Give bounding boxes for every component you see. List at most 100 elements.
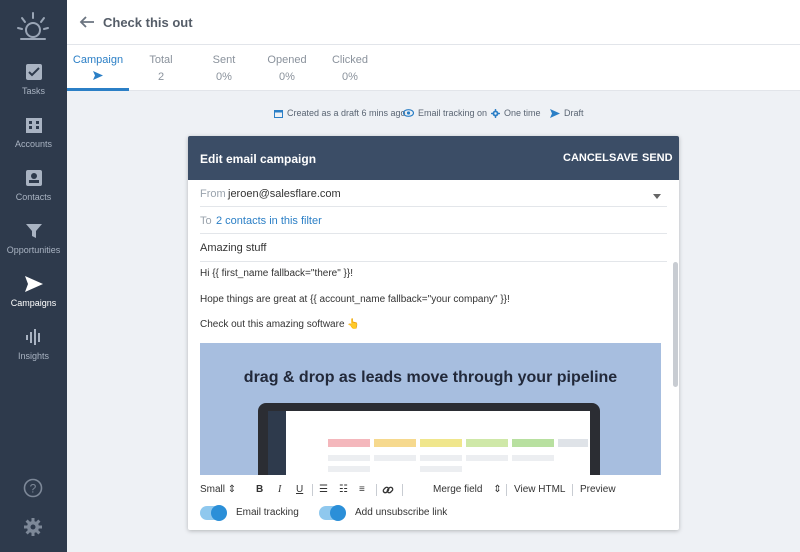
from-label: From xyxy=(200,188,226,200)
ordered-list-icon[interactable]: ☰ xyxy=(319,484,328,495)
salesflare-logo-icon[interactable] xyxy=(16,10,50,42)
stat-value: 0% xyxy=(216,71,232,83)
sidebar-item-campaigns[interactable]: Campaigns xyxy=(0,275,67,325)
stat-label: Campaign xyxy=(72,54,124,66)
stat-label: Sent xyxy=(212,54,236,66)
align-icon[interactable]: ≡ xyxy=(359,484,365,495)
sidebar-item-label: Campaigns xyxy=(10,298,57,308)
sidebar-item-contacts[interactable]: Contacts xyxy=(0,169,67,219)
pipeline-stage-bar xyxy=(466,439,508,447)
chevron-down-icon[interactable] xyxy=(653,190,661,202)
merge-field-label: Merge field xyxy=(433,484,483,495)
edit-campaign-card: Edit email campaign CANCEL SAVE SEND Fro… xyxy=(188,136,679,530)
stat-label: Opened xyxy=(267,54,307,66)
stat-value: 0% xyxy=(279,71,295,83)
pipeline-card xyxy=(466,455,508,461)
bullet-list-icon[interactable]: ☷ xyxy=(339,484,348,495)
pipeline-card xyxy=(328,466,370,472)
stat-value: 0% xyxy=(342,71,358,83)
pipeline-stage-bar xyxy=(374,439,416,447)
email-embedded-image[interactable]: drag & drop as leads move through your p… xyxy=(200,343,661,475)
from-value: jeroen@salesflare.com xyxy=(228,188,341,200)
bold-icon[interactable]: B xyxy=(256,484,263,495)
paper-plane-icon xyxy=(68,71,128,83)
toolbar-divider xyxy=(572,484,573,496)
sidebar-item-label: Insights xyxy=(17,351,50,361)
created-text: Created as a draft 6 mins ago xyxy=(287,108,406,118)
sidebar: Tasks Accounts Contacts Opportunities Ca… xyxy=(0,0,67,552)
help-icon[interactable]: ? xyxy=(23,478,43,503)
tracking-text: Email tracking on xyxy=(418,108,488,118)
view-html-button[interactable]: View HTML xyxy=(514,484,566,495)
sidebar-item-accounts[interactable]: Accounts xyxy=(0,116,67,166)
subject-divider xyxy=(200,261,667,262)
paper-plane-icon xyxy=(550,108,560,118)
pipeline-card xyxy=(420,455,462,461)
toolbar-divider xyxy=(402,484,403,496)
gear-icon[interactable] xyxy=(23,517,43,542)
stat-total[interactable]: Total 2 xyxy=(131,54,191,83)
sidebar-item-tasks[interactable]: Tasks xyxy=(0,63,67,113)
to-label: To xyxy=(200,215,212,227)
body-line-greeting[interactable]: Hi {{ first_name fallback="there" }}! xyxy=(200,268,353,279)
body-line-check-out[interactable]: Check out this amazing software 👆 xyxy=(200,319,360,330)
pipeline-stage-bar xyxy=(328,439,370,447)
contact-card-icon xyxy=(25,170,42,186)
app-screenshot xyxy=(268,411,590,475)
card-title: Edit email campaign xyxy=(200,152,317,166)
tasks-check-icon xyxy=(25,64,42,80)
sidebar-item-label: Accounts xyxy=(14,139,53,149)
pipeline-card xyxy=(374,455,416,461)
stat-opened[interactable]: Opened 0% xyxy=(257,54,317,83)
subject-field[interactable]: Amazing stuff xyxy=(200,242,266,254)
merge-field-select[interactable]: Merge field ⇕ xyxy=(433,484,502,495)
italic-icon[interactable]: I xyxy=(278,484,281,495)
pipeline-card xyxy=(420,466,462,472)
gear-icon xyxy=(491,108,500,118)
save-button[interactable]: SAVE xyxy=(609,152,638,164)
stat-sent[interactable]: Sent 0% xyxy=(194,54,254,83)
toggle-knob xyxy=(211,505,227,521)
funnel-icon xyxy=(25,224,42,238)
sidebar-item-insights[interactable]: Insights xyxy=(0,328,67,378)
font-size-select[interactable]: Small ⇕ xyxy=(200,484,236,495)
page-title: Check this out xyxy=(103,15,193,30)
font-size-value: Small xyxy=(200,484,226,495)
status-meta: Draft xyxy=(550,108,584,118)
editor-toolbar: Small ⇕ B I U ☰ ☷ ≡ Merge field ⇕ View H… xyxy=(188,479,679,501)
from-field[interactable]: From jeroen@salesflare.com xyxy=(200,180,667,207)
email-tracking-label: Email tracking xyxy=(236,507,299,518)
building-icon xyxy=(25,118,42,133)
to-recipients-link[interactable]: 2 contacts in this filter xyxy=(216,215,322,227)
body-line-hope[interactable]: Hope things are great at {{ account_name… xyxy=(200,294,510,305)
stat-clicked[interactable]: Clicked 0% xyxy=(320,54,380,83)
editor-scrollbar[interactable] xyxy=(673,262,678,387)
frequency-meta: One time xyxy=(491,108,541,118)
sort-arrows-icon: ⇕ xyxy=(493,484,502,495)
back-arrow-icon[interactable] xyxy=(79,14,95,35)
pipeline-card xyxy=(328,455,370,461)
sort-arrows-icon: ⇕ xyxy=(227,484,237,495)
toolbar-divider xyxy=(376,484,377,496)
svg-text:?: ? xyxy=(30,482,37,496)
to-field[interactable]: To 2 contacts in this filter xyxy=(200,207,667,234)
stat-label: Total xyxy=(149,54,173,66)
email-tracking-toggle[interactable] xyxy=(200,505,227,521)
app-sidebar xyxy=(268,411,286,475)
card-header: Edit email campaign CANCEL SAVE SEND xyxy=(188,136,679,180)
send-button[interactable]: SEND xyxy=(642,152,673,164)
toolbar-divider xyxy=(506,484,507,496)
sidebar-item-label: Tasks xyxy=(21,86,45,96)
tab-campaign[interactable]: Campaign xyxy=(68,54,128,83)
underline-icon[interactable]: U xyxy=(296,484,303,495)
unsubscribe-toggle[interactable] xyxy=(319,505,346,521)
sidebar-item-opportunities[interactable]: Opportunities xyxy=(0,222,67,272)
preview-button[interactable]: Preview xyxy=(580,484,616,495)
laptop-mockup xyxy=(258,403,600,475)
top-bar: Check this out xyxy=(67,0,800,45)
link-icon[interactable] xyxy=(382,484,394,499)
stat-value: 2 xyxy=(157,71,165,83)
cancel-button[interactable]: CANCEL xyxy=(563,152,609,164)
active-tab-indicator xyxy=(67,88,129,91)
stat-label: Clicked xyxy=(331,54,369,66)
